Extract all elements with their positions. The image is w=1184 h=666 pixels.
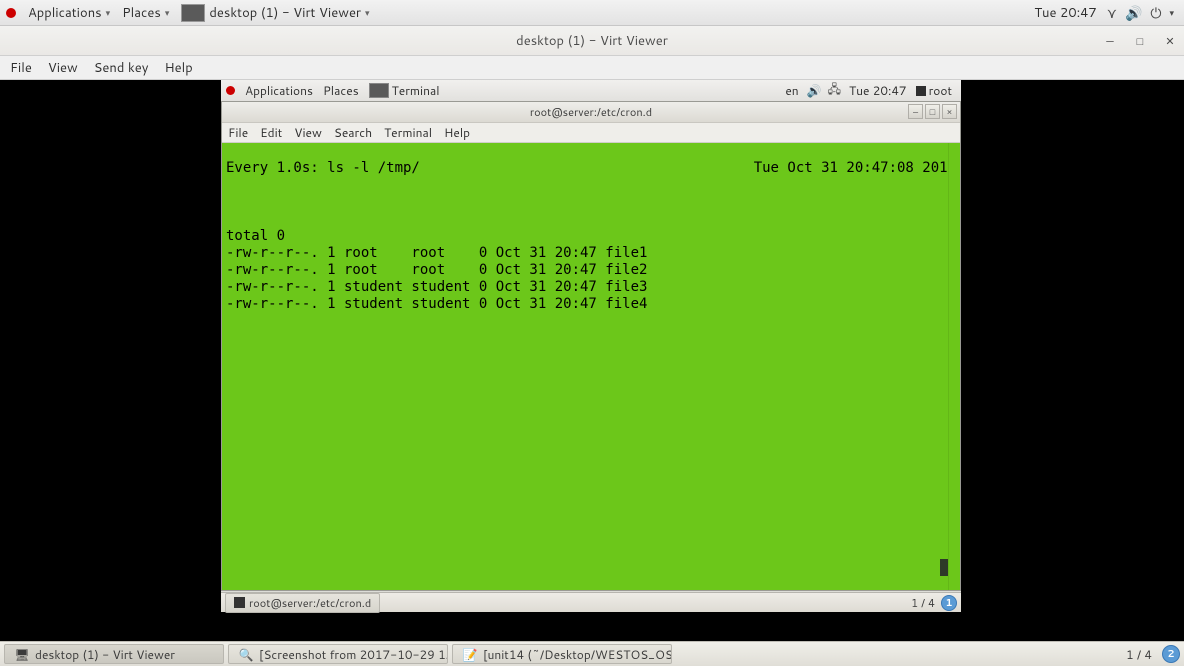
redhat-logo-icon [226, 86, 235, 95]
volume-icon[interactable]: 🔊 [1125, 3, 1142, 23]
window-thumb-icon [181, 4, 205, 22]
applications-menu[interactable]: Applications [22, 4, 116, 22]
virt-viewer-title: desktop (1) - Virt Viewer [516, 32, 668, 50]
guest-places-menu[interactable]: Places [318, 82, 364, 99]
power-icon[interactable]: ⏻ [1150, 3, 1161, 23]
terminal-scrollbar[interactable] [948, 143, 960, 590]
guest-desktop: Applications Places Terminal en 🔊 🖧 Tue … [221, 80, 961, 612]
virt-viewer-titlebar[interactable]: desktop (1) - Virt Viewer — □ ✕ [0, 26, 1184, 56]
workspace-indicator: 1 / 4 [1126, 646, 1152, 663]
guest-topbar-task-terminal[interactable]: Terminal [364, 82, 445, 99]
display-icon: 🖥 [15, 647, 29, 661]
menu-help[interactable]: Help [164, 59, 192, 77]
terminal-menubar: File Edit View Search Terminal Help [222, 123, 960, 143]
taskbar-item-gedit[interactable]: 📝 [unit14 (~/Desktop/WESTOS_OS... [452, 644, 672, 664]
image-icon: 🔍 [239, 647, 253, 661]
topbar-task-label: desktop (1) - Virt Viewer [209, 4, 361, 22]
guest-clock[interactable]: Tue 20:47 [844, 82, 912, 99]
menu-file[interactable]: File [10, 59, 32, 77]
outer-bottom-panel: 🖥 desktop (1) - Virt Viewer 🔍 [Screensho… [0, 641, 1184, 666]
guest-topbar-task-label: Terminal [392, 82, 440, 99]
guest-top-panel: Applications Places Terminal en 🔊 🖧 Tue … [221, 80, 961, 102]
terminal-maximize-button[interactable]: □ [925, 104, 940, 119]
taskbar-item-label: [Screenshot from 2017-10-29 1... [259, 646, 448, 663]
input-language[interactable]: en [780, 82, 803, 99]
workspace-indicator: 1 / 4 [911, 595, 935, 611]
user-indicator[interactable]: root [912, 82, 956, 99]
places-menu[interactable]: Places [116, 4, 175, 22]
guest-applications-menu[interactable]: Applications [240, 82, 318, 99]
terminal-title: root@server:/etc/cron.d [530, 104, 652, 120]
virt-viewer-menubar: File View Send key Help [0, 56, 1184, 80]
watch-header-right: Tue Oct 31 20:47:08 2017 [754, 160, 956, 177]
editor-icon: 📝 [463, 647, 477, 661]
workspace-switcher[interactable]: 1 [941, 595, 957, 611]
menu-view[interactable]: View [48, 59, 78, 77]
term-menu-terminal[interactable]: Terminal [384, 124, 432, 141]
term-menu-help[interactable]: Help [444, 124, 470, 141]
watch-header-left: Every 1.0s: ls -l /tmp/ [226, 160, 420, 177]
terminal-titlebar[interactable]: root@server:/etc/cron.d – □ × [222, 102, 960, 123]
ls-listing: -rw-r--r--. 1 root root 0 Oct 31 20:47 f… [226, 245, 956, 313]
terminal-icon [234, 597, 245, 608]
window-thumb-icon [369, 83, 389, 98]
volume-icon[interactable]: 🔊 [807, 82, 822, 99]
ls-total: total 0 [226, 228, 285, 244]
taskbar-item-label: [unit14 (~/Desktop/WESTOS_OS... [483, 646, 672, 663]
outer-top-panel: Applications Places desktop (1) - Virt V… [0, 0, 1184, 26]
taskbar-item-label: desktop (1) - Virt Viewer [35, 646, 175, 663]
taskbar-item-screenshot[interactable]: 🔍 [Screenshot from 2017-10-29 1... [228, 644, 448, 664]
topbar-task-virtviewer[interactable]: desktop (1) - Virt Viewer [175, 4, 375, 22]
guest-bottom-panel: root@server:/etc/cron.d 1 / 4 1 [221, 592, 961, 612]
chevron-down-icon[interactable]: ▾ [1169, 6, 1174, 19]
term-menu-file[interactable]: File [228, 124, 248, 141]
virt-viewer-window: desktop (1) - Virt Viewer — □ ✕ File Vie… [0, 26, 1184, 641]
menu-sendkey[interactable]: Send key [94, 59, 149, 77]
clock[interactable]: Tue 20:47 [1028, 4, 1102, 22]
workspace-switcher[interactable]: 2 [1162, 645, 1180, 663]
terminal-close-button[interactable]: × [942, 104, 957, 119]
wifi-icon[interactable]: ⋎ [1107, 3, 1117, 23]
guest-taskbar-item-label: root@server:/etc/cron.d [249, 595, 371, 611]
term-menu-view[interactable]: View [294, 124, 322, 141]
terminal-window: root@server:/etc/cron.d – □ × File Edit … [221, 101, 961, 591]
minimize-button[interactable]: — [1102, 33, 1118, 49]
guest-taskbar-item-terminal[interactable]: root@server:/etc/cron.d [225, 593, 380, 613]
root-warning-icon [916, 86, 926, 96]
network-icon[interactable]: 🖧 [828, 80, 841, 101]
close-button[interactable]: ✕ [1162, 33, 1178, 49]
vm-viewport[interactable]: Applications Places Terminal en 🔊 🖧 Tue … [0, 80, 1184, 641]
taskbar-item-virtviewer[interactable]: 🖥 desktop (1) - Virt Viewer [4, 644, 224, 664]
redhat-logo-icon [6, 8, 16, 18]
terminal-minimize-button[interactable]: – [908, 104, 923, 119]
terminal-output[interactable]: Every 1.0s: ls -l /tmp/Tue Oct 31 20:47:… [222, 143, 960, 590]
term-menu-search[interactable]: Search [334, 124, 372, 141]
maximize-button[interactable]: □ [1132, 33, 1148, 49]
user-label: root [929, 82, 952, 99]
term-menu-edit[interactable]: Edit [260, 124, 282, 141]
